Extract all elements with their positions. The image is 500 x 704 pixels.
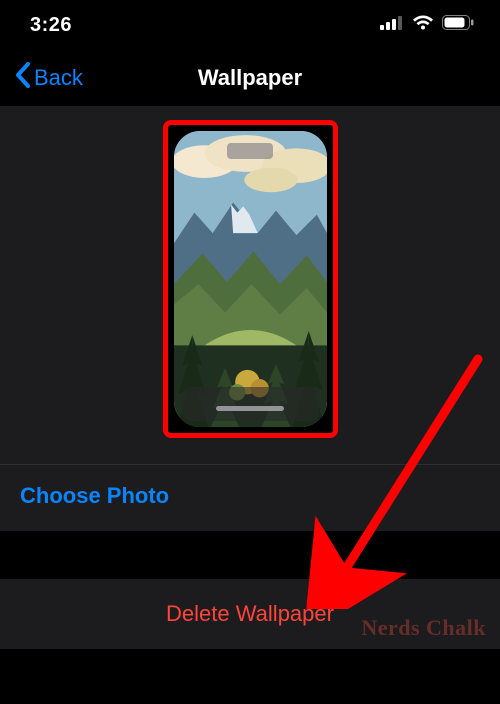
battery-icon bbox=[442, 15, 474, 35]
choose-photo-label: Choose Photo bbox=[20, 483, 169, 508]
status-time: 3:26 bbox=[30, 14, 72, 37]
back-button[interactable]: Back bbox=[14, 62, 83, 94]
back-label: Back bbox=[34, 65, 83, 91]
dock-placeholder bbox=[182, 387, 319, 421]
dynamic-island-placeholder bbox=[227, 143, 273, 159]
status-icons bbox=[380, 15, 474, 36]
wallpaper-preview-section: Choose Photo bbox=[0, 106, 500, 531]
watermark-text: Nerds Chalk bbox=[361, 615, 486, 641]
cellular-icon bbox=[380, 16, 404, 35]
chevron-left-icon bbox=[14, 62, 32, 94]
wallpaper-preview-highlight[interactable] bbox=[163, 120, 338, 438]
choose-photo-button[interactable]: Choose Photo bbox=[0, 464, 500, 531]
status-bar: 3:26 bbox=[0, 0, 500, 50]
wallpaper-image bbox=[174, 131, 327, 427]
nav-bar: Back Wallpaper bbox=[0, 50, 500, 106]
wifi-icon bbox=[412, 15, 434, 36]
wallpaper-preview bbox=[174, 131, 327, 427]
main-content: Choose Photo Delete Wallpaper Nerds Chal… bbox=[0, 106, 500, 704]
home-indicator bbox=[216, 406, 284, 411]
delete-wallpaper-label: Delete Wallpaper bbox=[166, 601, 334, 626]
section-spacer bbox=[0, 531, 500, 579]
delete-wallpaper-button[interactable]: Delete Wallpaper Nerds Chalk bbox=[0, 579, 500, 649]
